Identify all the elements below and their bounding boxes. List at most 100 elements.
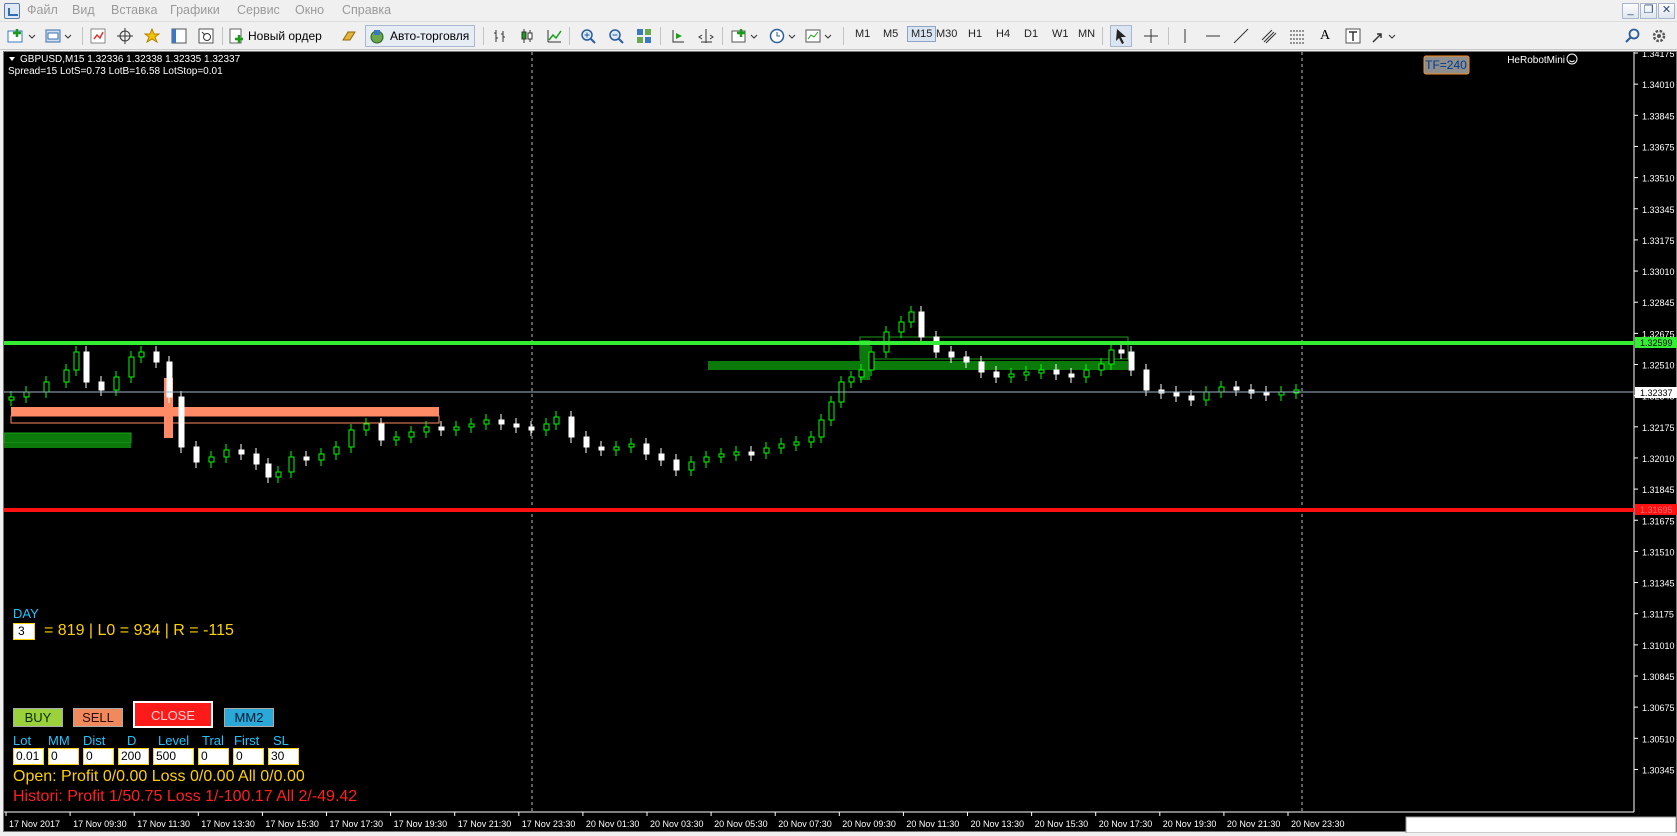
- new-order-button[interactable]: Новый ордер: [228, 25, 332, 47]
- menu-file[interactable]: Файл: [27, 3, 58, 17]
- candle-body: [498, 419, 505, 425]
- price-tick-label: 1.30345: [1642, 765, 1675, 775]
- gold-bar-icon: [342, 31, 356, 41]
- terminal-button[interactable]: [168, 25, 190, 47]
- first-input[interactable]: 0: [233, 748, 264, 765]
- app-icon[interactable]: [4, 3, 20, 19]
- horizontal-line-button[interactable]: [1202, 25, 1224, 47]
- price-tick-label: 1.33345: [1642, 205, 1675, 215]
- vertical-line-button[interactable]: [1174, 25, 1196, 47]
- indicators-button[interactable]: [730, 25, 762, 47]
- text-label-button[interactable]: [1342, 25, 1364, 47]
- lot-input[interactable]: 0.01: [13, 748, 44, 765]
- tral-input[interactable]: 0: [198, 748, 229, 765]
- day-input[interactable]: 3: [13, 623, 35, 640]
- crosshair-button[interactable]: [1140, 25, 1162, 47]
- current-price-label: 1.32337: [1640, 388, 1673, 398]
- menu-window[interactable]: Окно: [295, 3, 324, 17]
- cursor-button[interactable]: [1110, 25, 1132, 47]
- autoscroll-icon: [698, 29, 714, 43]
- periods-button[interactable]: [768, 25, 800, 47]
- timeframe-m1[interactable]: M1: [855, 28, 870, 40]
- market-watch-icon: [90, 28, 106, 44]
- timeframe-d1[interactable]: D1: [1024, 28, 1038, 40]
- search-button[interactable]: [1622, 25, 1644, 47]
- candle-body: [948, 351, 955, 358]
- menu-charts[interactable]: Графики: [170, 3, 220, 17]
- line-chart-button[interactable]: [543, 25, 565, 47]
- one-click-trading-button[interactable]: [338, 25, 360, 47]
- dist-input[interactable]: 0: [83, 748, 114, 765]
- chart-shift-button[interactable]: [667, 25, 689, 47]
- mm-input[interactable]: 0: [48, 748, 79, 765]
- sell-button[interactable]: SELL: [73, 708, 123, 727]
- candle-body: [918, 311, 925, 338]
- timeframe-h1[interactable]: H1: [968, 28, 982, 40]
- autoscroll-button[interactable]: [695, 25, 717, 47]
- candle-body: [543, 423, 550, 431]
- candle-body: [868, 351, 875, 371]
- trendline-button[interactable]: [1230, 25, 1252, 47]
- price-tick-label: 1.31345: [1642, 579, 1675, 589]
- candle-body: [613, 446, 620, 451]
- navigator-button[interactable]: [141, 25, 163, 47]
- minimize-icon[interactable]: _: [1622, 3, 1639, 19]
- candlestick-button[interactable]: [516, 25, 538, 47]
- candle-body: [253, 453, 260, 465]
- menu-insert[interactable]: Вставка: [111, 3, 157, 17]
- timeframe-h4[interactable]: H4: [996, 28, 1010, 40]
- line-chart-icon: [547, 30, 562, 43]
- autotrading-button[interactable]: Авто-торговля: [365, 25, 475, 47]
- first-label: First: [234, 733, 260, 748]
- d-input[interactable]: 200: [118, 748, 149, 765]
- mm2-button[interactable]: MM2: [224, 708, 274, 727]
- price-tick-label: 1.31010: [1642, 641, 1675, 651]
- buy-button[interactable]: BUY: [13, 708, 63, 727]
- candle-body: [963, 356, 970, 363]
- timeframe-m30[interactable]: M30: [936, 28, 957, 40]
- level-input[interactable]: 500: [153, 748, 194, 765]
- equidistant-channel-button[interactable]: [1258, 25, 1280, 47]
- price-tick-label: 1.32845: [1642, 298, 1675, 308]
- d-label: D: [127, 733, 137, 748]
- sl-input[interactable]: 30: [268, 748, 299, 765]
- profiles-button[interactable]: [44, 25, 76, 47]
- tf-badge-label: TF=240: [1425, 58, 1467, 72]
- candle-body: [408, 431, 415, 438]
- timeframe-m15[interactable]: M15: [907, 26, 937, 42]
- candle-body: [288, 456, 295, 473]
- close-icon[interactable]: ✕: [1658, 3, 1675, 19]
- timeframe-w1[interactable]: W1: [1052, 28, 1069, 40]
- menu-view[interactable]: Вид: [72, 3, 95, 17]
- text-tool-button[interactable]: A: [1314, 25, 1336, 47]
- buy-zone-right-outline: [859, 336, 1129, 360]
- fibonacci-button[interactable]: [1286, 25, 1308, 47]
- zoom-out-button[interactable]: [605, 25, 627, 47]
- options-button[interactable]: [1648, 25, 1670, 47]
- menu-tools[interactable]: Сервис: [237, 3, 280, 17]
- templates-button[interactable]: [804, 25, 836, 47]
- candle-body: [703, 456, 710, 463]
- timeframe-mn[interactable]: MN: [1078, 28, 1095, 40]
- menu-help[interactable]: Справка: [342, 3, 391, 17]
- price-tick-label: 1.32510: [1642, 361, 1675, 371]
- bar-chart-button[interactable]: [489, 25, 511, 47]
- restore-icon[interactable]: ❐: [1640, 3, 1657, 19]
- zoom-in-button[interactable]: [577, 25, 599, 47]
- tile-windows-button[interactable]: [633, 25, 655, 47]
- new-chart-button[interactable]: [6, 25, 40, 47]
- arrows-button[interactable]: [1370, 25, 1400, 47]
- data-window-button[interactable]: [114, 25, 136, 47]
- new-order-label: Новый ордер: [248, 29, 322, 43]
- close-all-button[interactable]: CLOSE: [133, 701, 213, 728]
- candle-body: [193, 446, 200, 463]
- chart-frame[interactable]: 1.34175 1.34010 1.33845 1.33675 1.33510 1.333…: [3, 48, 1677, 834]
- strategy-tester-button[interactable]: [195, 25, 217, 47]
- candle-body: [1188, 395, 1195, 401]
- open-positions-summary: Open: Profit 0/0.00 Loss 0/0.00 All 0/0.…: [13, 768, 305, 785]
- market-watch-button[interactable]: [87, 25, 109, 47]
- time-tick-label: 20 Nov 05:30: [714, 819, 768, 829]
- candle-body: [673, 459, 680, 471]
- zoom-in-icon: [581, 29, 596, 44]
- timeframe-m5[interactable]: M5: [883, 28, 898, 40]
